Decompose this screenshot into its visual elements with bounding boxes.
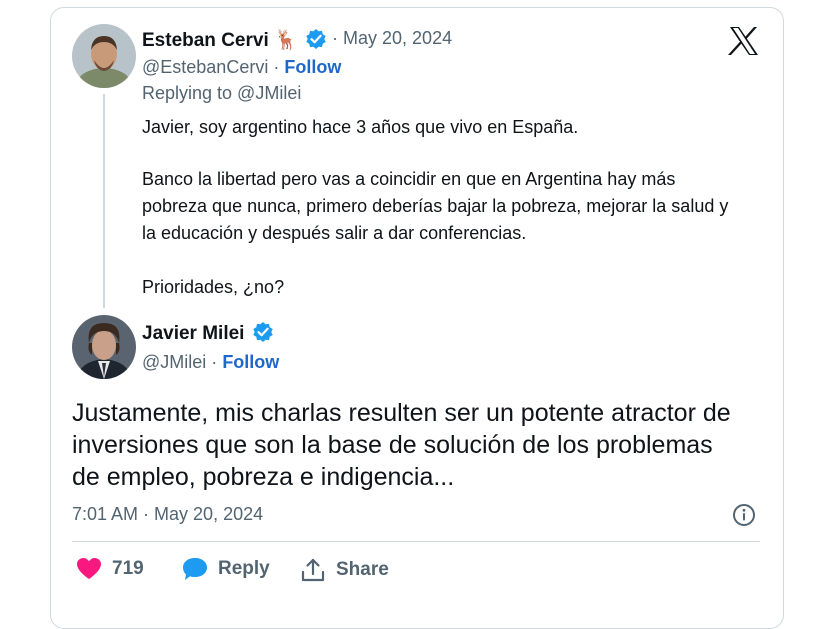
quoted-paragraph-3: Prioridades, ¿no?	[142, 277, 285, 297]
quoted-handle[interactable]: @EstebanCervi	[142, 57, 268, 77]
quoted-author-name[interactable]: Esteban Cervi 🦌	[142, 28, 327, 52]
replying-to-label[interactable]: Replying to @JMilei	[142, 83, 301, 104]
share-icon	[301, 558, 325, 582]
reply-button[interactable]: Reply	[182, 557, 270, 581]
quoted-date[interactable]: · May 20, 2024	[332, 28, 452, 49]
follow-milei-button[interactable]: Follow	[222, 352, 279, 372]
esteban-avatar[interactable]	[72, 24, 136, 88]
share-label: Share	[336, 559, 389, 580]
verified-badge-icon	[253, 322, 273, 343]
quoted-paragraph-2: Banco la libertad pero vas a coincidir e…	[142, 169, 729, 243]
action-divider	[72, 541, 760, 542]
reply-bubble-icon	[183, 558, 207, 580]
x-logo-icon[interactable]	[728, 26, 760, 56]
main-handle-row: @JMilei · Follow	[142, 352, 280, 372]
main-author-name[interactable]: Javier Milei	[142, 322, 274, 345]
share-button[interactable]: Share	[300, 557, 389, 583]
main-handle[interactable]: @JMilei	[142, 352, 206, 372]
info-icon[interactable]	[732, 503, 756, 527]
follow-esteban-button[interactable]: Follow	[284, 57, 341, 77]
milei-avatar[interactable]	[72, 315, 136, 379]
like-count: 719	[112, 558, 144, 579]
reply-label: Reply	[218, 558, 270, 579]
quoted-paragraph-1: Javier, soy argentino hace 3 años que vi…	[142, 117, 579, 137]
main-tweet-text: Justamente, mis charlas resulten ser un …	[72, 399, 731, 491]
tweet-timestamp[interactable]: 7:01 AM · May 20, 2024	[72, 504, 263, 525]
verified-badge-icon	[306, 29, 326, 50]
quoted-handle-row: @EstebanCervi · Follow	[142, 57, 342, 77]
like-button[interactable]: 719	[76, 557, 144, 581]
heart-icon	[77, 558, 101, 579]
deer-emoji: 🦌	[274, 30, 298, 51]
thread-connector-line	[103, 94, 105, 308]
